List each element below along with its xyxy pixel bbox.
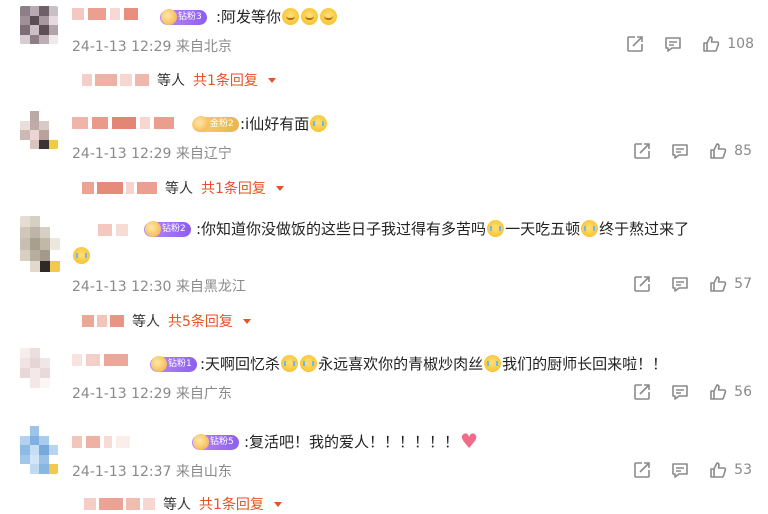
comment-button[interactable]: [670, 274, 690, 294]
comment-button[interactable]: [670, 382, 690, 402]
like-button[interactable]: 108: [701, 34, 754, 54]
comment-button[interactable]: [663, 34, 683, 54]
smile-emoji-icon: [301, 8, 319, 25]
like-icon: [708, 274, 728, 294]
comment-text: :你知道你没做饭的这些日子我过得有多苦吗 一天吃五顿 终于熬过来了: [196, 220, 690, 238]
comment-meta: 24-1-13 12:30 来自黑龙江: [72, 279, 246, 295]
comment-text: :i仙好有面: [240, 112, 328, 136]
reply-usernames: [84, 498, 155, 510]
reply-count-link[interactable]: 共1条回复: [193, 70, 258, 90]
username[interactable]: [72, 8, 138, 20]
comment-icon: [670, 274, 690, 294]
reply-count-link[interactable]: 共5条回复: [168, 311, 233, 331]
fan-badge: 钻粉2: [144, 221, 191, 237]
chevron-down-icon: [275, 185, 284, 191]
crying-emoji-icon: [484, 355, 502, 372]
comment-text-continued: [72, 244, 91, 268]
like-button[interactable]: 57: [708, 274, 752, 294]
username[interactable]: [72, 117, 174, 129]
reply-summary[interactable]: 等人 共5条回复: [82, 311, 251, 331]
like-icon: [708, 460, 728, 480]
share-button[interactable]: [632, 460, 652, 480]
reply-usernames: [82, 315, 124, 327]
fan-badge: 钻粉5: [192, 434, 239, 450]
like-count: 85: [734, 143, 752, 159]
share-icon: [632, 382, 652, 402]
like-button[interactable]: 53: [708, 460, 752, 480]
like-count: 53: [734, 462, 752, 478]
share-icon: [625, 34, 645, 54]
avatar[interactable]: [20, 348, 60, 388]
crying-emoji-icon: [310, 115, 328, 132]
smile-emoji-icon: [320, 8, 338, 25]
fan-badge: 钻粉1: [150, 356, 197, 372]
share-icon: [632, 460, 652, 480]
avatar[interactable]: [20, 426, 58, 474]
share-button[interactable]: [632, 141, 652, 161]
like-count: 108: [727, 36, 754, 52]
comment-meta: 24-1-13 12:29 来自北京: [72, 39, 232, 55]
reply-summary[interactable]: 等人 共1条回复: [82, 178, 284, 198]
comment-button[interactable]: [670, 141, 690, 161]
share-button[interactable]: [632, 382, 652, 402]
comment-text: :阿发等你: [216, 5, 338, 29]
share-button[interactable]: [625, 34, 645, 54]
reply-summary[interactable]: 等人 共1条回复: [84, 494, 282, 514]
username[interactable]: [72, 436, 130, 448]
like-button[interactable]: 85: [708, 141, 752, 161]
comment-icon: [670, 382, 690, 402]
avatar[interactable]: [20, 6, 58, 44]
comment-text: :复活吧！我的爱人！！！！！！: [244, 429, 479, 454]
fan-badge: 金粉2: [192, 116, 239, 132]
like-button[interactable]: 56: [708, 382, 752, 402]
crying-emoji-icon: [281, 355, 299, 372]
reply-count-link[interactable]: 共1条回复: [199, 494, 264, 514]
reply-summary[interactable]: 等人 共1条回复: [82, 70, 276, 90]
reply-usernames: [82, 74, 149, 86]
badge-icon: [193, 434, 209, 450]
reply-count-link[interactable]: 共1条回复: [201, 178, 266, 198]
share-button[interactable]: [632, 274, 652, 294]
comment-meta: 24-1-13 12:29 来自广东: [72, 386, 232, 402]
badge-icon: [151, 356, 167, 372]
username[interactable]: [98, 224, 128, 236]
share-icon: [632, 141, 652, 161]
comment-icon: [670, 460, 690, 480]
badge-icon: [193, 116, 209, 132]
crying-emoji-icon: [487, 220, 505, 237]
crying-emoji-icon: [300, 355, 318, 372]
badge-icon: [161, 9, 177, 25]
chevron-down-icon: [267, 77, 276, 83]
fan-badge: 钻粉3: [160, 9, 207, 25]
reply-usernames: [82, 182, 157, 194]
smile-emoji-icon: [282, 8, 300, 25]
comment-meta: 24-1-13 12:37 来自山东: [72, 464, 232, 480]
comment-icon: [670, 141, 690, 161]
like-icon: [708, 141, 728, 161]
crying-emoji-icon: [581, 220, 599, 237]
like-count: 57: [734, 276, 752, 292]
avatar[interactable]: [20, 111, 58, 149]
crying-emoji-icon: [73, 247, 90, 264]
like-icon: [708, 382, 728, 402]
comment-icon: [663, 34, 683, 54]
chevron-down-icon: [242, 318, 251, 324]
like-icon: [701, 34, 721, 54]
share-icon: [632, 274, 652, 294]
chevron-down-icon: [273, 501, 282, 507]
heart-emoji-icon: [460, 429, 478, 453]
badge-icon: [145, 221, 161, 237]
comment-text: :天啊回忆杀 永远喜欢你的青椒炒肉丝 我们的厨师长回来啦！！: [200, 355, 668, 373]
comment-meta: 24-1-13 12:29 来自辽宁: [72, 146, 232, 162]
username[interactable]: [72, 354, 128, 366]
like-count: 56: [734, 384, 752, 400]
avatar[interactable]: [20, 216, 60, 272]
comment-button[interactable]: [670, 460, 690, 480]
